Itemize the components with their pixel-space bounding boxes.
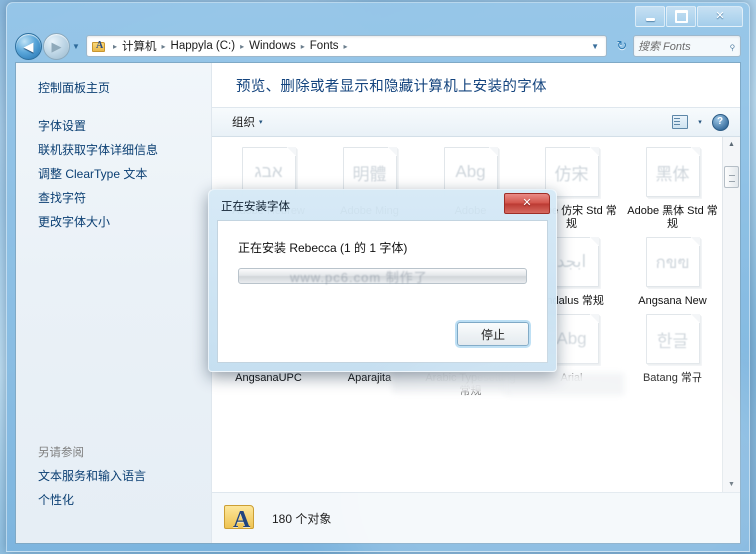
window-titlebar[interactable]: ✕: [7, 3, 749, 30]
sidebar-item-font-settings[interactable]: 字体设置: [38, 115, 211, 137]
address-bar[interactable]: A ▸ 计算机 ▸ Happyla (C:) ▸ Windows ▸ Fonts…: [86, 35, 607, 57]
dialog-close-button[interactable]: ✕: [504, 193, 550, 214]
refresh-button[interactable]: ↻: [611, 35, 633, 57]
vertical-scrollbar[interactable]: ▲ ▼: [722, 137, 740, 492]
sidebar: 控制面板主页 字体设置 联机获取字体详细信息 调整 ClearType 文本 查…: [16, 63, 212, 543]
navigation-bar: ◀ ▶ ▼ A ▸ 计算机 ▸ Happyla (C:) ▸ Windows ▸…: [7, 30, 749, 62]
sidebar-footer: 另请参阅 文本服务和输入语言 个性化: [38, 444, 146, 513]
fonts-folder-icon: A: [224, 501, 260, 535]
close-icon: ✕: [522, 197, 532, 209]
desktop-background: ✕ ◀ ▶ ▼ A ▸ 计算机 ▸ Happyla (C:) ▸ Windows…: [0, 0, 756, 554]
page-title: 预览、删除或者显示和隐藏计算机上安装的字体: [236, 78, 547, 95]
installing-fonts-dialog: 正在安装字体 ✕ 正在安装 Rebecca (1 的 1 字体) www.pc6…: [208, 189, 557, 372]
sidebar-footer-caption: 另请参阅: [38, 447, 84, 459]
dialog-button-row: 停止: [457, 322, 529, 346]
font-thumbnail: 한글: [641, 312, 705, 368]
font-sample: กขฃ: [655, 252, 690, 272]
font-name: Arabic Typesetting 常规: [425, 372, 516, 397]
install-progress-bar: [238, 268, 527, 284]
breadcrumb-separator: ▸: [300, 41, 305, 51]
status-bar: A 180 个对象: [212, 492, 740, 543]
scrollbar-thumb[interactable]: [724, 166, 739, 188]
chevron-down-icon: ▾: [259, 119, 263, 126]
breadcrumb-separator: ▸: [113, 41, 118, 51]
font-sample: 黑体: [655, 164, 690, 184]
stop-button[interactable]: 停止: [457, 322, 529, 346]
sidebar-item-control-panel-home[interactable]: 控制面板主页: [38, 77, 211, 99]
breadcrumb-separator: ▸: [161, 41, 166, 51]
font-name: AngsanaUPC: [235, 372, 302, 384]
close-icon: ✕: [715, 10, 725, 22]
sidebar-item-find-character[interactable]: 查找字符: [38, 187, 211, 209]
view-options-button[interactable]: [670, 113, 690, 131]
dialog-title: 正在安装字体: [221, 201, 290, 213]
breadcrumb-item-computer[interactable]: 计算机: [120, 38, 159, 54]
search-input[interactable]: 搜索 Fonts ⌕: [633, 35, 741, 57]
scrollbar-track[interactable]: [724, 152, 739, 477]
maximize-button[interactable]: [666, 6, 696, 27]
minimize-button[interactable]: [635, 6, 665, 27]
sidebar-item-get-font-info-online[interactable]: 联机获取字体详细信息: [38, 139, 211, 161]
window-controls: ✕: [635, 6, 743, 27]
font-item[interactable]: 한글 Batang 常규: [622, 308, 722, 398]
view-options-icon: [672, 115, 688, 129]
help-button[interactable]: ?: [710, 113, 730, 131]
dialog-titlebar[interactable]: 正在安装字体 ✕: [213, 193, 552, 218]
blurred-region: [504, 373, 624, 395]
forward-button[interactable]: ▶: [43, 32, 70, 60]
blurred-region: [477, 356, 557, 382]
sidebar-item-personalization[interactable]: 个性化: [38, 489, 146, 511]
close-button[interactable]: ✕: [697, 6, 743, 27]
history-dropdown-button[interactable]: ▼: [70, 34, 82, 59]
font-item[interactable]: กขฃ Angsana New: [622, 231, 722, 308]
back-arrow-icon: ◀: [23, 38, 34, 54]
scroll-up-icon[interactable]: ▲: [724, 137, 739, 152]
organize-menu-button[interactable]: 组织 ▾: [226, 112, 269, 132]
chevron-down-icon[interactable]: ▼: [586, 42, 604, 51]
page-header: 预览、删除或者显示和隐藏计算机上安装的字体: [212, 63, 740, 108]
forward-arrow-icon: ▶: [51, 38, 62, 54]
toolbar: 组织 ▾ ▾ ?: [212, 108, 740, 137]
sidebar-item-text-services[interactable]: 文本服务和输入语言: [38, 465, 146, 487]
breadcrumb-item-drive[interactable]: Happyla (C:): [169, 40, 238, 52]
font-thumbnail: 黑体: [641, 145, 705, 201]
breadcrumb-separator: ▸: [240, 41, 245, 51]
explorer-window: ✕ ◀ ▶ ▼ A ▸ 计算机 ▸ Happyla (C:) ▸ Windows…: [6, 2, 750, 552]
font-sample: 한글: [656, 331, 689, 351]
breadcrumb-item-windows[interactable]: Windows: [247, 40, 298, 52]
maximize-icon: [674, 10, 688, 23]
font-name: Adobe 黑体 Std 常规: [627, 205, 718, 230]
fonts-folder-icon: A: [91, 39, 107, 54]
font-name: Angsana New: [638, 295, 707, 307]
breadcrumb-separator: ▸: [343, 41, 348, 51]
font-thumbnail: กขฃ: [641, 235, 705, 291]
font-name: Arial: [560, 372, 583, 384]
back-button[interactable]: ◀: [15, 32, 42, 60]
sidebar-item-change-font-size[interactable]: 更改字体大小: [38, 211, 211, 233]
font-item[interactable]: 黑体 Adobe 黑体 Std 常规: [622, 141, 722, 231]
install-status-message: 正在安装 Rebecca (1 的 1 字体): [238, 241, 408, 255]
scroll-down-icon[interactable]: ▼: [724, 477, 739, 492]
chevron-down-icon: ▾: [698, 119, 702, 126]
dialog-body: 正在安装 Rebecca (1 的 1 字体) www.pc6.com 制作了 …: [217, 220, 548, 363]
minimize-icon: [645, 18, 655, 21]
help-icon: ?: [711, 113, 729, 131]
organize-label: 组织: [232, 117, 255, 129]
view-options-dropdown[interactable]: ▾: [690, 113, 710, 131]
breadcrumb-item-fonts[interactable]: Fonts: [308, 40, 341, 52]
font-name: Batang 常규: [642, 372, 703, 384]
object-count: 180 个对象: [272, 511, 332, 526]
search-placeholder: 搜索 Fonts: [638, 41, 691, 53]
sidebar-item-adjust-cleartype[interactable]: 调整 ClearType 文本: [38, 163, 211, 185]
